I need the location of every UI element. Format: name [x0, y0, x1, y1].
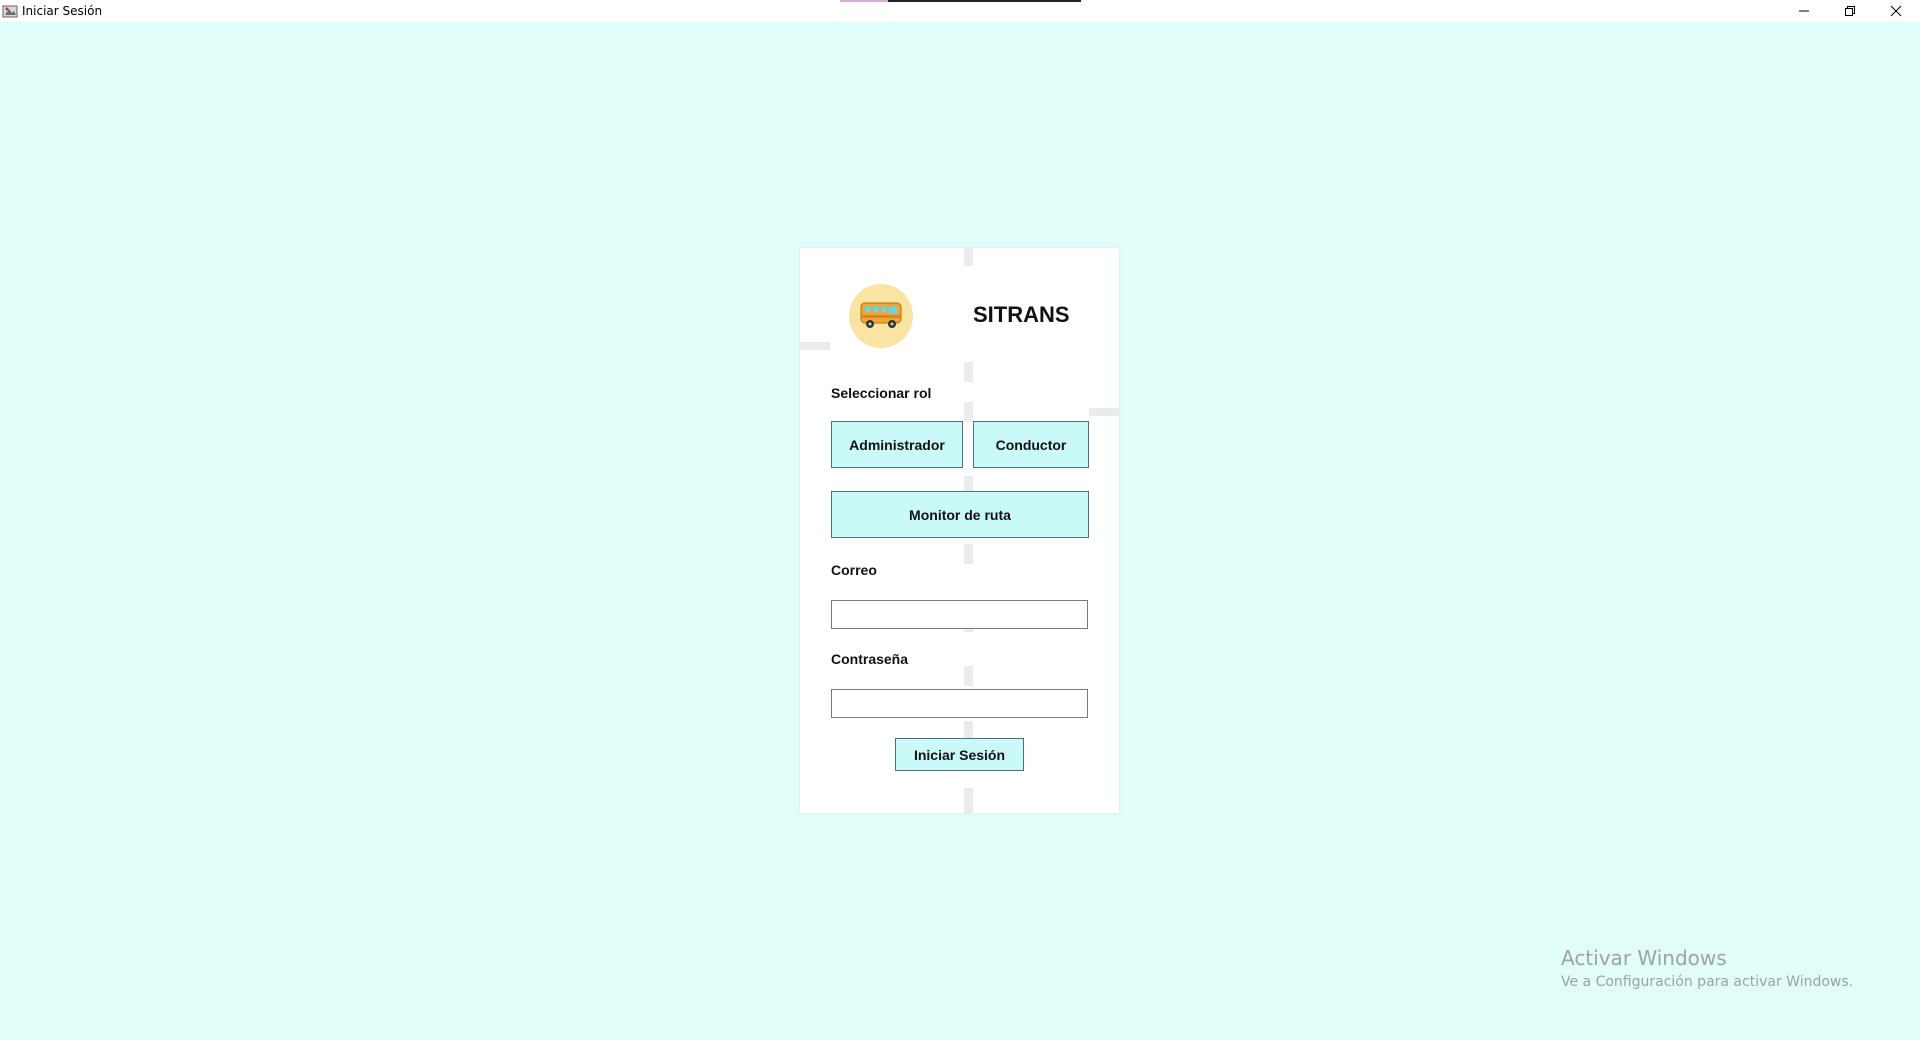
minimize-icon: [1799, 10, 1809, 12]
login-button[interactable]: Iniciar Sesión: [895, 738, 1024, 771]
role-monitor-button[interactable]: Monitor de ruta: [831, 491, 1089, 538]
titlebar-dark-strip: [888, 0, 1081, 2]
email-input[interactable]: [831, 600, 1088, 629]
email-label: Correo: [831, 562, 877, 578]
school-bus-icon: [860, 302, 902, 328]
minimize-button[interactable]: [1781, 0, 1827, 22]
road-dash: [964, 666, 973, 686]
titlebar-accent-strip: [840, 0, 888, 2]
role-driver-button[interactable]: Conductor: [973, 421, 1089, 468]
road-dash: [964, 402, 973, 422]
restore-icon: [1845, 6, 1855, 16]
role-admin-button[interactable]: Administrador: [831, 421, 963, 468]
window-title: Iniciar Sesión: [22, 4, 103, 18]
watermark-subtitle: Ve a Configuración para activar Windows.: [1561, 974, 1854, 990]
java-app-icon: [2, 3, 18, 19]
road-dash: [964, 362, 973, 382]
windows-activation-watermark: Activar Windows Ve a Configuración para …: [1561, 946, 1853, 990]
road-dash: [964, 248, 973, 266]
close-icon: [1890, 5, 1902, 17]
password-input[interactable]: [831, 689, 1088, 718]
road-dash: [1089, 408, 1119, 416]
brand-title: SITRANS: [973, 302, 1070, 327]
road-dash: [964, 544, 973, 564]
logo-badge: [849, 284, 913, 348]
restore-button[interactable]: [1827, 0, 1873, 22]
role-label: Seleccionar rol: [831, 385, 932, 401]
watermark-title: Activar Windows: [1561, 946, 1727, 970]
road-dash: [964, 788, 973, 813]
password-label: Contraseña: [831, 651, 909, 667]
login-card: SITRANS Seleccionar rol Administrador Co…: [800, 248, 1119, 813]
window-titlebar: Iniciar Sesión: [0, 0, 1920, 22]
close-button[interactable]: [1873, 0, 1919, 22]
road-dash: [800, 342, 830, 350]
